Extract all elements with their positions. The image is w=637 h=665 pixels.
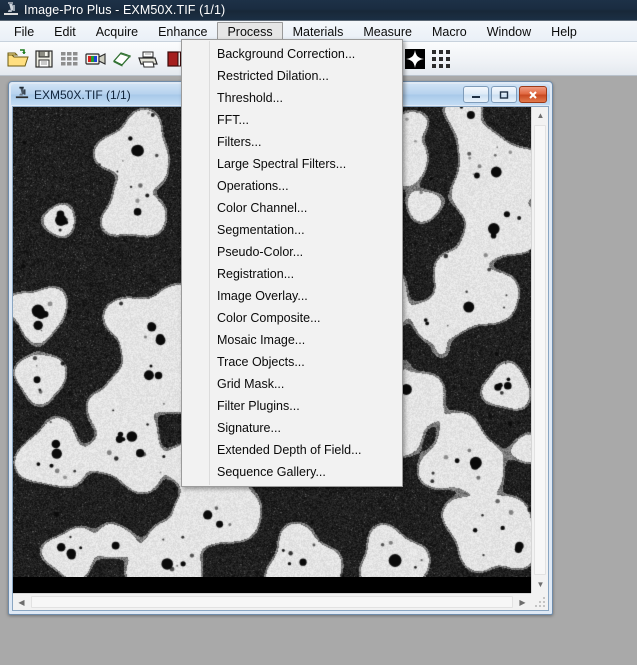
menu-macro[interactable]: Macro — [422, 22, 477, 40]
menu-item-color-composite[interactable]: Color Composite... — [182, 307, 402, 329]
menu-item-threshold[interactable]: Threshold... — [182, 87, 402, 109]
menu-edit[interactable]: Edit — [44, 22, 86, 40]
open-folder-icon[interactable] — [5, 46, 31, 72]
main-title-text: Image-Pro Plus - EXM50X.TIF (1/1) — [24, 3, 226, 17]
menu-enhance[interactable]: Enhance — [148, 22, 217, 40]
vertical-scrollbar[interactable]: ▲ ▼ — [531, 107, 548, 593]
menu-materials[interactable]: Materials — [283, 22, 354, 40]
process-menu-dropdown[interactable]: Background Correction... Restricted Dila… — [181, 39, 403, 487]
menu-item-registration[interactable]: Registration... — [182, 263, 402, 285]
menu-process[interactable]: Process — [217, 22, 283, 40]
vertical-scroll-thumb[interactable] — [534, 125, 546, 575]
close-icon — [529, 90, 537, 99]
menu-item-fft[interactable]: FFT... — [182, 109, 402, 131]
resize-grip-icon — [535, 597, 545, 607]
menu-item-signature[interactable]: Signature... — [182, 417, 402, 439]
microscope-icon — [15, 85, 29, 104]
menu-help[interactable]: Help — [541, 22, 587, 40]
scroll-down-icon[interactable]: ▼ — [532, 576, 549, 593]
microscope-icon — [3, 0, 19, 20]
menu-window[interactable]: Window — [477, 22, 541, 40]
menu-item-large-spectral-filters[interactable]: Large Spectral Filters... — [182, 153, 402, 175]
minimize-icon — [472, 95, 480, 98]
maximize-button[interactable] — [491, 86, 517, 103]
main-titlebar: Image-Pro Plus - EXM50X.TIF (1/1) — [0, 0, 637, 21]
scroll-up-icon[interactable]: ▲ — [532, 107, 549, 124]
minimize-button[interactable] — [463, 86, 489, 103]
sharpen-star-icon[interactable] — [402, 46, 428, 72]
scroll-right-icon[interactable]: ▶ — [514, 594, 531, 611]
eraser-icon[interactable] — [109, 46, 135, 72]
menu-item-operations[interactable]: Operations... — [182, 175, 402, 197]
video-camera-icon[interactable] — [83, 46, 109, 72]
printer-icon[interactable] — [135, 46, 161, 72]
menu-item-filter-plugins[interactable]: Filter Plugins... — [182, 395, 402, 417]
menu-item-grid-mask[interactable]: Grid Mask... — [182, 373, 402, 395]
menu-file[interactable]: File — [4, 22, 44, 40]
horizontal-scroll-thumb[interactable] — [31, 596, 513, 608]
menu-item-restricted-dilation[interactable]: Restricted Dilation... — [182, 65, 402, 87]
resize-grip[interactable] — [531, 593, 548, 610]
menu-item-trace-objects[interactable]: Trace Objects... — [182, 351, 402, 373]
window-controls[interactable] — [463, 86, 547, 103]
menu-item-segmentation[interactable]: Segmentation... — [182, 219, 402, 241]
menu-item-extended-depth-of-field[interactable]: Extended Depth of Field... — [182, 439, 402, 461]
application-window: Image-Pro Plus - EXM50X.TIF (1/1) File E… — [0, 0, 637, 665]
menu-item-background-correction[interactable]: Background Correction... — [182, 43, 402, 65]
menu-item-color-channel[interactable]: Color Channel... — [182, 197, 402, 219]
scroll-left-icon[interactable]: ◀ — [13, 594, 30, 611]
save-floppy-icon[interactable] — [31, 46, 57, 72]
grid-thumbnails-icon[interactable] — [57, 46, 83, 72]
menu-item-mosaic-image[interactable]: Mosaic Image... — [182, 329, 402, 351]
menu-item-pseudo-color[interactable]: Pseudo-Color... — [182, 241, 402, 263]
menu-acquire[interactable]: Acquire — [86, 22, 148, 40]
menu-item-filters[interactable]: Filters... — [182, 131, 402, 153]
close-button[interactable] — [519, 86, 547, 103]
horizontal-scrollbar[interactable]: ◀ ▶ — [13, 593, 531, 610]
matrix-filter-icon[interactable] — [428, 46, 454, 72]
menu-item-image-overlay[interactable]: Image Overlay... — [182, 285, 402, 307]
menu-measure[interactable]: Measure — [353, 22, 422, 40]
maximize-icon — [499, 90, 509, 99]
menu-item-sequence-gallery[interactable]: Sequence Gallery... — [182, 461, 402, 483]
